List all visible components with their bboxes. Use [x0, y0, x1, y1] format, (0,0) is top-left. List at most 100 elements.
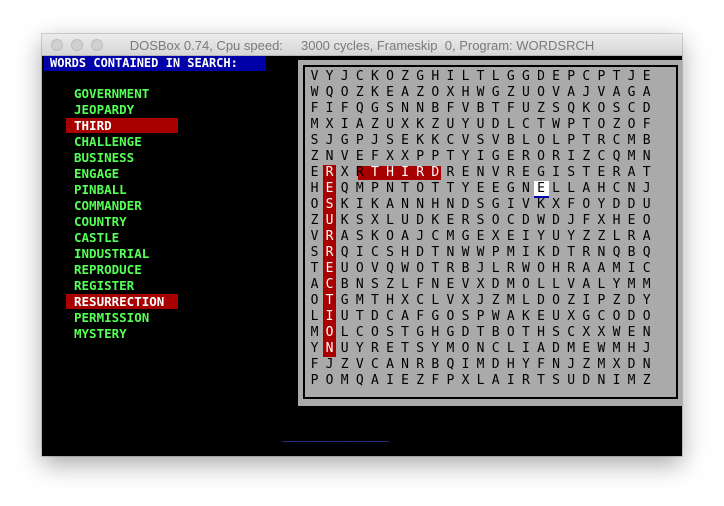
- letter-grid[interactable]: VYJCKOZGHILTLGGDEPCPTJEWQOZKEAZOXHWGZUOV…: [303, 65, 678, 399]
- grid-letter[interactable]: B: [488, 325, 503, 341]
- grid-letter[interactable]: L: [473, 373, 488, 389]
- grid-letter[interactable]: V: [307, 229, 322, 245]
- grid-letter[interactable]: Z: [594, 229, 609, 245]
- grid-letter[interactable]: G: [413, 69, 428, 85]
- grid-letter[interactable]: E: [534, 309, 549, 325]
- grid-letter[interactable]: N: [398, 101, 413, 117]
- grid-letter[interactable]: X: [337, 165, 352, 181]
- grid-letter[interactable]: T: [398, 325, 413, 341]
- grid-letter[interactable]: M: [352, 293, 367, 309]
- grid-letter[interactable]: I: [352, 197, 367, 213]
- grid-letter[interactable]: O: [534, 149, 549, 165]
- grid-letter[interactable]: N: [352, 277, 367, 293]
- grid-letter[interactable]: O: [639, 309, 654, 325]
- grid-letter[interactable]: O: [609, 309, 624, 325]
- grid-letter[interactable]: V: [458, 133, 473, 149]
- grid-letter[interactable]: L: [398, 277, 413, 293]
- grid-letter[interactable]: T: [352, 309, 367, 325]
- grid-letter[interactable]: M: [307, 325, 322, 341]
- grid-letter[interactable]: J: [579, 85, 594, 101]
- grid-letter[interactable]: T: [322, 293, 337, 309]
- grid-letter[interactable]: T: [534, 117, 549, 133]
- grid-letter[interactable]: T: [367, 165, 382, 181]
- grid-letter[interactable]: J: [367, 133, 382, 149]
- grid-letter[interactable]: D: [579, 373, 594, 389]
- grid-letter[interactable]: B: [428, 357, 443, 373]
- grid-letter[interactable]: D: [428, 165, 443, 181]
- grid-letter[interactable]: U: [443, 117, 458, 133]
- grid-letter[interactable]: G: [337, 133, 352, 149]
- grid-letter[interactable]: Y: [534, 229, 549, 245]
- grid-letter[interactable]: I: [503, 197, 518, 213]
- grid-letter[interactable]: Z: [564, 293, 579, 309]
- grid-letter[interactable]: R: [503, 261, 518, 277]
- grid-letter[interactable]: L: [503, 341, 518, 357]
- grid-letter[interactable]: R: [413, 357, 428, 373]
- grid-letter[interactable]: O: [503, 325, 518, 341]
- grid-letter[interactable]: N: [398, 357, 413, 373]
- grid-letter[interactable]: L: [428, 293, 443, 309]
- grid-letter[interactable]: V: [488, 133, 503, 149]
- grid-letter[interactable]: A: [367, 373, 382, 389]
- grid-letter[interactable]: C: [564, 325, 579, 341]
- grid-letter[interactable]: Z: [337, 357, 352, 373]
- grid-letter[interactable]: D: [367, 309, 382, 325]
- grid-letter[interactable]: I: [518, 229, 533, 245]
- grid-letter[interactable]: S: [564, 165, 579, 181]
- grid-letter[interactable]: V: [458, 101, 473, 117]
- grid-letter[interactable]: U: [398, 213, 413, 229]
- grid-letter[interactable]: A: [579, 277, 594, 293]
- grid-letter[interactable]: E: [503, 149, 518, 165]
- grid-letter[interactable]: R: [458, 213, 473, 229]
- grid-letter[interactable]: O: [624, 117, 639, 133]
- grid-letter[interactable]: T: [428, 181, 443, 197]
- grid-letter[interactable]: I: [564, 149, 579, 165]
- grid-letter[interactable]: X: [564, 309, 579, 325]
- grid-letter[interactable]: S: [383, 325, 398, 341]
- grid-letter[interactable]: E: [307, 165, 322, 181]
- grid-letter[interactable]: R: [564, 261, 579, 277]
- grid-letter[interactable]: G: [443, 325, 458, 341]
- grid-letter[interactable]: T: [518, 325, 533, 341]
- grid-letter[interactable]: M: [473, 357, 488, 373]
- grid-letter[interactable]: J: [473, 261, 488, 277]
- grid-letter[interactable]: S: [458, 309, 473, 325]
- grid-letter[interactable]: C: [624, 101, 639, 117]
- grid-letter[interactable]: U: [337, 261, 352, 277]
- grid-letter[interactable]: D: [549, 213, 564, 229]
- grid-letter[interactable]: K: [367, 85, 382, 101]
- grid-letter[interactable]: M: [609, 261, 624, 277]
- grid-letter[interactable]: G: [488, 149, 503, 165]
- grid-letter[interactable]: F: [413, 277, 428, 293]
- grid-letter[interactable]: H: [503, 357, 518, 373]
- grid-letter[interactable]: O: [534, 133, 549, 149]
- grid-letter[interactable]: K: [518, 309, 533, 325]
- grid-letter[interactable]: J: [564, 357, 579, 373]
- grid-letter[interactable]: F: [443, 101, 458, 117]
- grid-letter[interactable]: G: [518, 69, 533, 85]
- grid-letter[interactable]: O: [352, 261, 367, 277]
- grid-letter[interactable]: Q: [443, 357, 458, 373]
- grid-letter[interactable]: Z: [534, 101, 549, 117]
- grid-letter[interactable]: U: [549, 309, 564, 325]
- grid-letter[interactable]: S: [383, 101, 398, 117]
- grid-letter[interactable]: I: [337, 117, 352, 133]
- grid-letter[interactable]: M: [443, 341, 458, 357]
- grid-letter[interactable]: N: [594, 373, 609, 389]
- grid-letter[interactable]: E: [443, 213, 458, 229]
- grid-letter[interactable]: K: [367, 229, 382, 245]
- grid-letter[interactable]: U: [337, 341, 352, 357]
- grid-letter[interactable]: S: [473, 213, 488, 229]
- grid-letter[interactable]: E: [503, 229, 518, 245]
- grid-letter[interactable]: C: [352, 325, 367, 341]
- grid-letter[interactable]: R: [579, 245, 594, 261]
- grid-letter[interactable]: O: [549, 293, 564, 309]
- grid-letter[interactable]: T: [579, 165, 594, 181]
- grid-letter[interactable]: L: [518, 133, 533, 149]
- grid-letter[interactable]: C: [367, 357, 382, 373]
- grid-letter[interactable]: G: [337, 293, 352, 309]
- grid-letter[interactable]: A: [398, 309, 413, 325]
- grid-letter[interactable]: P: [564, 133, 579, 149]
- grid-letter[interactable]: P: [367, 181, 382, 197]
- grid-letter[interactable]: R: [352, 165, 367, 181]
